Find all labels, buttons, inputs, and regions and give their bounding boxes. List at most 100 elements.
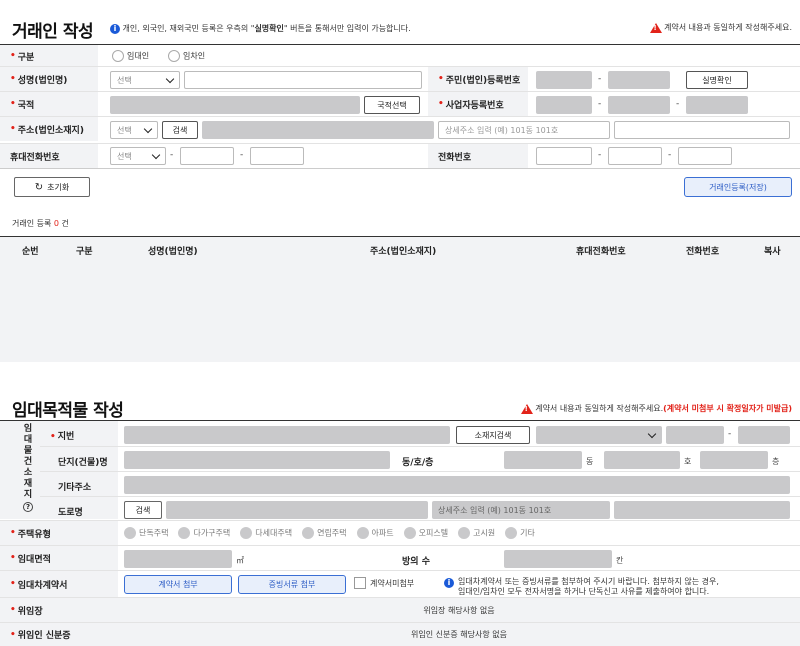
phone-1-input[interactable]: [536, 147, 592, 165]
radio-housing: 고시원: [458, 527, 495, 539]
address-type-select[interactable]: 선택: [110, 121, 158, 139]
reset-button-label: 초기화: [47, 182, 70, 192]
count-label: 거래인 등록: [12, 219, 52, 228]
radio-circle: [302, 527, 315, 539]
floor-field: [700, 451, 768, 469]
business-no-1: [536, 96, 592, 114]
vchar: 지: [23, 490, 33, 500]
no-contract-checkbox[interactable]: 계약서미첨부: [354, 577, 414, 589]
label-nationality: 국적: [0, 92, 98, 116]
radio-circle[interactable]: [168, 50, 180, 62]
radio-circle: [240, 527, 253, 539]
attach-contract-button[interactable]: 계약서 첨부: [124, 575, 232, 594]
help-icon[interactable]: ?: [23, 502, 33, 512]
count-unit: 건: [61, 219, 69, 228]
contract-note-2: 임대인/임차인 모두 전자서명을 하거나 단독신고 사유를 제출하여야 합니다.: [458, 587, 710, 596]
lot-field: [124, 426, 450, 444]
party-count: 거래인 등록 0 건: [12, 218, 69, 229]
name-input[interactable]: [184, 71, 422, 89]
col-name: 성명(법인명): [148, 247, 198, 257]
verify-name-button[interactable]: 실명확인: [686, 71, 748, 89]
radio-circle: [178, 527, 191, 539]
radio-tenant-label: 임차인: [183, 51, 206, 61]
road-search-button[interactable]: 검색: [124, 501, 162, 519]
phone-2-input[interactable]: [608, 147, 662, 165]
area-field: [124, 550, 232, 568]
mobile-last-input[interactable]: [250, 147, 304, 165]
floor-unit: 층: [772, 457, 780, 466]
business-no-2: [608, 96, 670, 114]
vchar: 재: [23, 479, 33, 489]
chevron-down-icon: [647, 429, 657, 439]
housing-label: 아파트: [371, 528, 394, 538]
register-party-button[interactable]: 거래인등록(저장): [684, 177, 792, 197]
warning-icon: [649, 22, 662, 33]
col-address: 주소(법인소재지): [370, 247, 437, 257]
label-lot: 지번: [50, 429, 75, 442]
resident-no-1: [536, 71, 592, 89]
nationality-select-button[interactable]: 국적선택: [364, 96, 420, 114]
location-search-button[interactable]: 소재지검색: [456, 426, 530, 444]
checkbox-box[interactable]: [354, 577, 366, 589]
property-warning-text: 계약서 내용과 동일하게 작성해주세요.: [535, 404, 664, 413]
radio-landlord[interactable]: 임대인: [112, 50, 149, 62]
address-search-button[interactable]: 검색: [162, 121, 198, 139]
radio-circle[interactable]: [112, 50, 124, 62]
label-name: 성명(법인명): [0, 67, 98, 91]
road-field: [166, 501, 428, 519]
delegation-value: 위임장 해당사항 없음: [118, 598, 800, 622]
property-warning-red: (계약서 미첨부 시 확정일자가 미발급): [663, 404, 792, 413]
ho-field: [604, 451, 680, 469]
radio-housing: 다세대주택: [240, 527, 292, 539]
radio-housing: 기타: [505, 527, 535, 539]
radio-housing: 연립주택: [302, 527, 347, 539]
resident-no-2: [608, 71, 670, 89]
col-mobile: 휴대전화번호: [576, 247, 626, 257]
party-notice-post: " 버튼을 통해서만 입력이 가능합니다.: [283, 24, 411, 33]
dong-field: [504, 451, 582, 469]
location-vertical-label: 임대물건소재지 ?: [22, 424, 34, 512]
radio-housing: 다가구주택: [178, 527, 230, 539]
address-field: [202, 121, 434, 139]
label-type: 구분: [0, 45, 98, 67]
phone-3-input[interactable]: [678, 147, 732, 165]
radio-tenant[interactable]: 임차인: [168, 50, 205, 62]
party-section-title: 거래인 작성: [12, 22, 94, 42]
chevron-down-icon: [143, 124, 153, 134]
label-rooms: 방의 수: [402, 557, 430, 567]
rooms-field: [504, 550, 612, 568]
road-detail-field: 상세주소 입력 (예) 101동 101호: [432, 501, 610, 519]
address-detail-input[interactable]: 상세주소 입력 (예) 101동 101호: [438, 121, 610, 139]
housing-label: 기타: [520, 528, 535, 538]
vchar: 물: [23, 446, 33, 456]
delegate-id-value: 위임인 신분증 해당사항 없음: [118, 623, 800, 646]
housing-label: 단독주택: [139, 528, 169, 538]
mobile-prefix-select[interactable]: 선택: [110, 147, 166, 165]
party-warning-text: 계약서 내용과 동일하게 작성해주세요.: [664, 23, 792, 32]
ho-unit: 호: [684, 457, 692, 466]
radio-housing: 오피스텔: [403, 527, 448, 539]
info-icon: i: [444, 578, 454, 588]
mobile-mid-input[interactable]: [180, 147, 234, 165]
radio-circle: [124, 527, 136, 539]
select-placeholder: 선택: [117, 151, 132, 161]
name-type-select[interactable]: 선택: [110, 71, 180, 89]
attach-proof-button[interactable]: 증빙서류 첨부: [238, 575, 346, 594]
label-road: 도로명: [58, 508, 83, 518]
radio-circle: [356, 527, 369, 539]
col-copy: 복사: [764, 247, 781, 257]
label-phone: 전화번호: [428, 144, 528, 168]
col-type: 구분: [76, 247, 93, 257]
address-extra-input[interactable]: [614, 121, 790, 139]
reset-button[interactable]: ↻ 초기화: [14, 177, 90, 197]
label-delegate-id: 위임인 신분증: [0, 623, 118, 646]
count-value: 0: [53, 219, 59, 228]
other-addr-field: [124, 476, 790, 494]
party-table-body: [0, 260, 800, 362]
property-warning: 계약서 내용과 동일하게 작성해주세요.(계약서 미첨부 시 확정일자가 미발급…: [520, 403, 792, 414]
contract-note: i 임대차계약서 또는 증빙서류를 첨부하여 주시기 바랍니다. 첨부하지 않는…: [444, 577, 719, 597]
select-placeholder: 선택: [117, 125, 132, 135]
label-business-no: 사업자등록번호: [428, 92, 528, 116]
label-address: 주소(법인소재지): [0, 117, 98, 141]
lot-main-no: [666, 426, 724, 444]
